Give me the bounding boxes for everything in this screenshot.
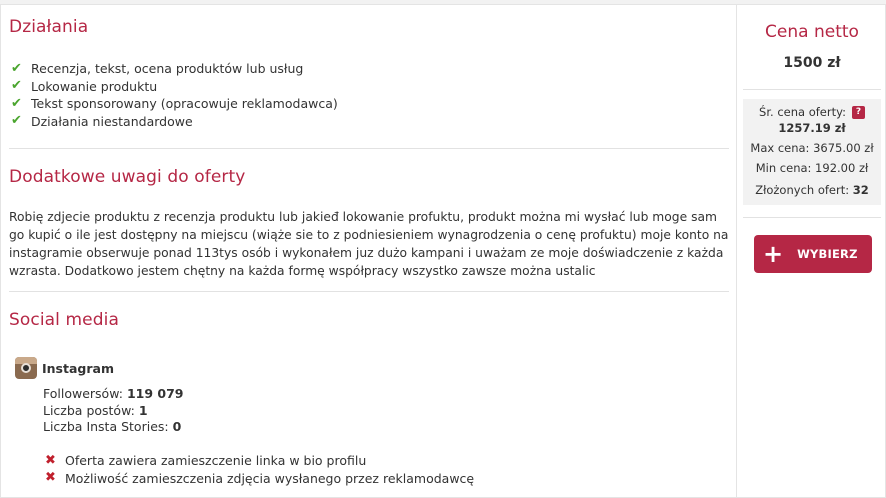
check-icon: ✔: [11, 78, 22, 94]
instagram-stats: Followersów: 119 079 Liczba postów: 1 Li…: [43, 386, 183, 436]
check-icon: ✔: [11, 95, 22, 111]
list-item: ✔ Działania niestandardowe: [11, 113, 338, 131]
excluded-label: Oferta zawiera zamieszczenie linka w bio…: [65, 453, 367, 469]
activities-title: Działania: [9, 17, 89, 37]
activity-label: Lokowanie produktu: [31, 78, 158, 94]
list-item: ✖ Oferta zawiera zamieszczenie linka w b…: [45, 452, 474, 470]
divider: [743, 217, 881, 218]
followers-value: 119 079: [126, 386, 184, 401]
list-item: ✔ Tekst sponsorowany (opracowuje reklamo…: [11, 95, 338, 113]
excluded-list: ✖ Oferta zawiera zamieszczenie linka w b…: [45, 452, 474, 487]
followers-row: Followersów: 119 079: [43, 386, 183, 403]
notes-title: Dodatkowe uwagi do oferty: [9, 167, 246, 187]
stories-row: Liczba Insta Stories: 0: [43, 419, 183, 436]
posts-row: Liczba postów: 1: [43, 403, 183, 420]
check-icon: ✔: [11, 60, 22, 76]
offer-card: Działania ✔ Recenzja, tekst, ocena produ…: [0, 4, 886, 498]
choose-button-label: WYBIERZ: [797, 247, 858, 261]
min-price: Min cena: 192.00 zł: [755, 161, 869, 175]
followers-label: Followersów:: [43, 386, 123, 401]
divider: [9, 148, 729, 149]
offers-row: Złożonych ofert: 32: [743, 182, 881, 198]
price-sidebar: Cena netto 1500 zł Śr. cena oferty:? 125…: [737, 5, 886, 497]
platform-name: Instagram: [42, 360, 114, 376]
plus-icon: +: [763, 240, 784, 268]
divider: [9, 291, 729, 292]
notes-text: Robię zdjecie produktu z recenzja produk…: [9, 210, 729, 278]
posts-label: Liczba postów:: [43, 402, 135, 418]
avg-price-label: Śr. cena oferty:: [759, 105, 846, 119]
list-item: ✔ Recenzja, tekst, ocena produktów lub u…: [11, 60, 338, 78]
divider: [743, 89, 881, 90]
instagram-header: Instagram: [15, 357, 114, 379]
cross-icon: ✖: [45, 452, 56, 468]
avg-price-row: Śr. cena oferty:?: [743, 104, 881, 120]
avg-price-value: 1257.19 zł: [778, 121, 846, 135]
excluded-label: Możliwość zamieszczenia zdjęcia wysłaneg…: [65, 470, 475, 486]
offers-label: Złożonych ofert:: [755, 183, 850, 197]
list-item: ✖ Możliwość zamieszczenia zdjęcia wysłan…: [45, 470, 474, 488]
check-icon: ✔: [11, 113, 22, 129]
price-title: Cena netto: [765, 22, 859, 42]
activity-label: Recenzja, tekst, ocena produktów lub usł…: [31, 61, 304, 77]
choose-button[interactable]: + WYBIERZ: [754, 235, 872, 273]
max-price: Max cena: 3675.00 zł: [750, 141, 874, 155]
offer-details: Działania ✔ Recenzja, tekst, ocena produ…: [1, 5, 737, 497]
stories-label: Liczba Insta Stories:: [43, 419, 169, 434]
price-value: 1500 zł: [783, 55, 841, 71]
posts-value: 1: [138, 402, 148, 418]
stories-value: 0: [172, 419, 182, 434]
price-stats: Śr. cena oferty:? 1257.19 zł Max cena: 3…: [743, 99, 881, 205]
help-icon[interactable]: ?: [851, 106, 865, 119]
offers-value: 32: [852, 183, 869, 197]
activities-list: ✔ Recenzja, tekst, ocena produktów lub u…: [11, 60, 338, 130]
activity-label: Tekst sponsorowany (opracowuje reklamoda…: [31, 96, 338, 112]
activity-label: Działania niestandardowe: [31, 113, 193, 129]
list-item: ✔ Lokowanie produktu: [11, 78, 338, 96]
instagram-icon: [15, 357, 37, 379]
cross-icon: ✖: [45, 470, 56, 486]
social-title: Social media: [9, 310, 119, 330]
